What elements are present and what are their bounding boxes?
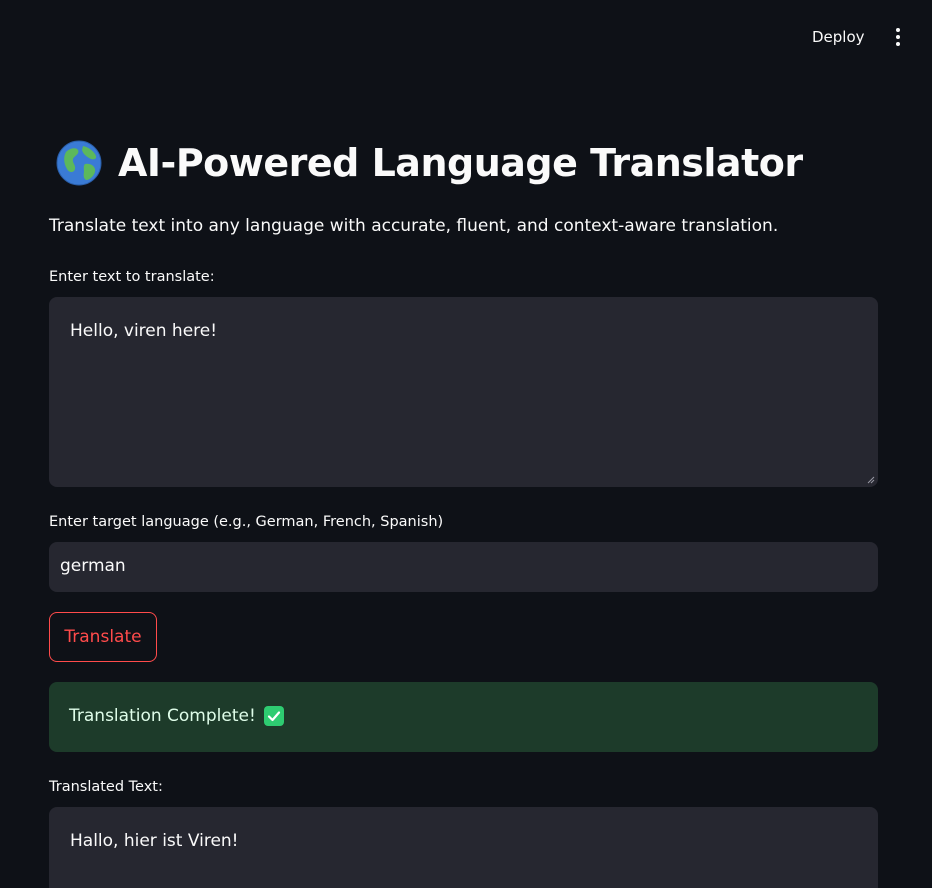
app-root: Deploy AI-Powered Language Translator Tr… [0,0,932,888]
target-language-input[interactable]: german [49,542,878,592]
page-subtitle: Translate text into any language with ac… [49,216,779,236]
translate-button[interactable]: Translate [49,612,157,662]
target-language-value: german [60,556,126,576]
deploy-button[interactable]: Deploy [800,22,877,52]
title-row: AI-Powered Language Translator [56,138,803,188]
globe-icon [56,140,102,186]
translated-text-area[interactable]: Hallo, hier ist Viren! [49,807,878,888]
vertical-ellipsis-dot [896,35,900,39]
translated-text-value: Hallo, hier ist Viren! [70,831,239,851]
main-menu-button[interactable] [884,22,912,52]
success-message: Translation Complete! [69,706,284,726]
source-text-area[interactable]: Hello, viren here! [49,297,878,487]
resize-handle-icon[interactable] [867,476,875,484]
check-mark-icon [263,706,284,726]
app-header: Deploy [0,0,932,72]
success-alert: Translation Complete! [49,682,878,752]
translated-text-label: Translated Text: [49,779,163,795]
page-title: AI-Powered Language Translator [118,141,803,185]
source-text-value: Hello, viren here! [70,321,218,341]
target-language-label: Enter target language (e.g., German, Fre… [49,514,444,530]
vertical-ellipsis-dot [896,42,900,46]
success-message-text: Translation Complete! [69,706,256,726]
source-text-label: Enter text to translate: [49,269,215,285]
vertical-ellipsis-icon [896,28,900,32]
